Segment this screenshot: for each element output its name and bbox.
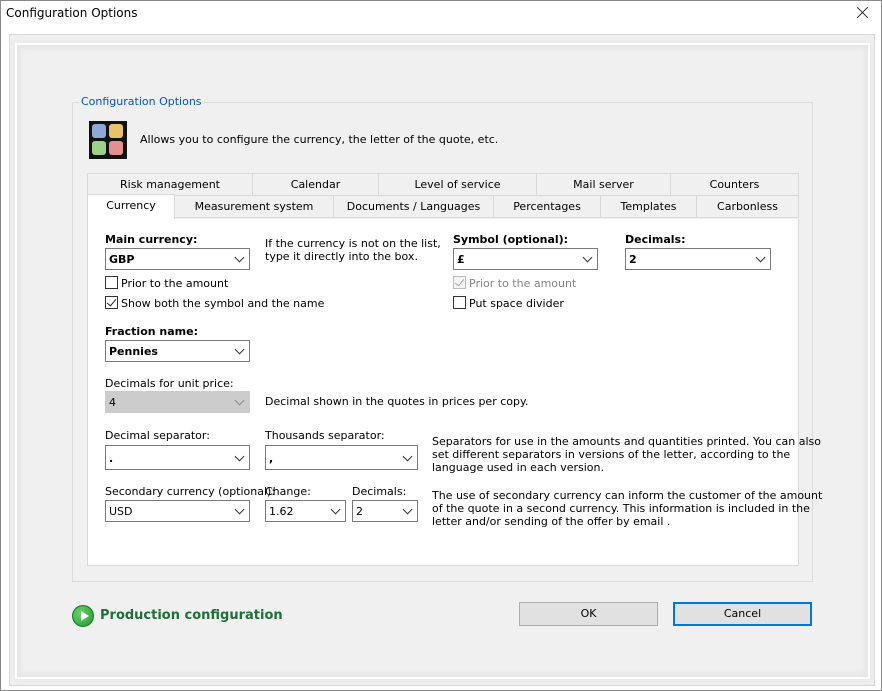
main-currency-hint-line-2: type it directly into the box. [265,250,418,263]
secondary-currency-label: Secondary currency (optional): [105,485,276,498]
tab-mail-server[interactable]: Mail server [536,173,671,196]
tab-calendar[interactable]: Calendar [252,173,379,196]
decimal-separator-value: . [109,452,114,465]
put-space-divider-checkbox[interactable] [453,296,466,309]
change-label: Change: [265,485,311,498]
thousands-separator-select[interactable]: , [265,445,418,470]
play-icon [72,605,94,627]
groupbox-legend: Configuration Options [79,95,204,108]
prior-to-amount-label: Prior to the amount [121,277,229,290]
production-configuration-label: Production configuration [100,608,283,623]
configuration-options-window: Configuration Options Configuration Opti… [0,0,882,691]
decimals-value: 2 [629,253,637,266]
secondary-currency-select[interactable]: USD [105,500,250,522]
separators-description-line-3: language used in each version. [432,461,604,474]
chevron-down-icon [330,504,341,515]
tab-measurement-system[interactable]: Measurement system [174,195,334,218]
title-bar[interactable]: Configuration Options [1,1,881,29]
tab-templates[interactable]: Templates [600,195,697,218]
decimals-label: Decimals: [625,233,686,246]
change-select[interactable]: 1.62 [265,500,346,522]
tab-risk-management[interactable]: Risk management [87,173,253,196]
secondary-decimals-value: 2 [356,505,363,518]
symbol-label: Symbol (optional): [453,233,569,246]
ok-button[interactable]: OK [519,602,658,626]
tab-percentages[interactable]: Percentages [493,195,601,218]
separators-description-line-1: Separators for use in the amounts and qu… [432,435,822,448]
main-currency-value: GBP [109,253,135,266]
main-currency-label: Main currency: [105,233,198,246]
unit-price-decimals-value: 4 [109,396,116,409]
chevron-down-icon [755,252,766,263]
chevron-down-icon [582,252,593,263]
intro-text: Allows you to configure the currency, th… [140,133,499,146]
unit-price-decimals-select[interactable]: 4 [105,391,250,413]
tab-level-of-service[interactable]: Level of service [378,173,537,196]
close-icon[interactable] [855,4,871,20]
separators-description-line-2: set different separators in versions of … [432,448,791,461]
secondary-description-line-1: The use of secondary currency can inform… [432,489,823,502]
chevron-down-icon [234,252,245,263]
secondary-description-line-2: of the quote in a second currency. This … [432,502,810,515]
symbol-value: £ [457,253,465,266]
secondary-currency-value: USD [109,505,133,518]
main-currency-select[interactable]: GBP [105,248,250,270]
show-both-label: Show both the symbol and the name [121,297,325,310]
fraction-name-value: Pennies [109,345,158,358]
thousands-separator-value: , [269,452,274,465]
show-both-checkbox[interactable] [105,296,118,309]
decimals-select[interactable]: 2 [625,248,771,270]
fraction-name-select[interactable]: Pennies [105,340,250,362]
decimal-separator-label: Decimal separator: [105,429,210,442]
main-currency-hint-line-1: If the currency is not on the list, [265,237,441,250]
puzzle-icon [89,121,127,159]
tab-currency[interactable]: Currency [87,194,175,219]
prior-to-amount-checkbox[interactable] [105,276,118,289]
symbol-select[interactable]: £ [453,248,598,270]
tab-documents-languages[interactable]: Documents / Languages [333,195,494,218]
fraction-name-label: Fraction name: [105,325,199,338]
secondary-decimals-select[interactable]: 2 [352,500,418,522]
tab-strip: Risk management Calendar Level of servic… [87,173,799,219]
chevron-down-icon [234,344,245,355]
window-title: Configuration Options [6,6,138,20]
chevron-down-icon [402,504,413,515]
thousands-separator-label: Thousands separator: [265,429,385,442]
change-value: 1.62 [269,505,294,518]
dialog-client-area: Configuration Options Allows you to conf… [9,34,875,686]
cancel-button[interactable]: Cancel [673,602,812,626]
symbol-prior-to-amount-label: Prior to the amount [469,277,577,290]
configuration-groupbox: Configuration Options Allows you to conf… [72,95,822,582]
chevron-down-icon [234,451,245,462]
chevron-down-icon [234,504,245,515]
decimal-separator-select[interactable]: . [105,445,250,470]
tab-counters[interactable]: Counters [670,173,799,196]
chevron-down-icon [402,451,413,462]
chevron-down-icon [234,395,245,406]
secondary-decimals-label: Decimals: [352,485,407,498]
unit-price-decimals-label: Decimals for unit price: [105,377,234,390]
symbol-prior-to-amount-checkbox[interactable] [453,276,466,289]
currency-tab-panel: Main currency: GBP If the currency is no… [87,219,822,566]
put-space-divider-label: Put space divider [469,297,564,310]
unit-price-description: Decimal shown in the quotes in prices pe… [265,395,529,408]
tab-carbonless[interactable]: Carbonless [696,195,799,218]
secondary-description-line-3: letter and/or sending of the offer by em… [432,515,671,528]
